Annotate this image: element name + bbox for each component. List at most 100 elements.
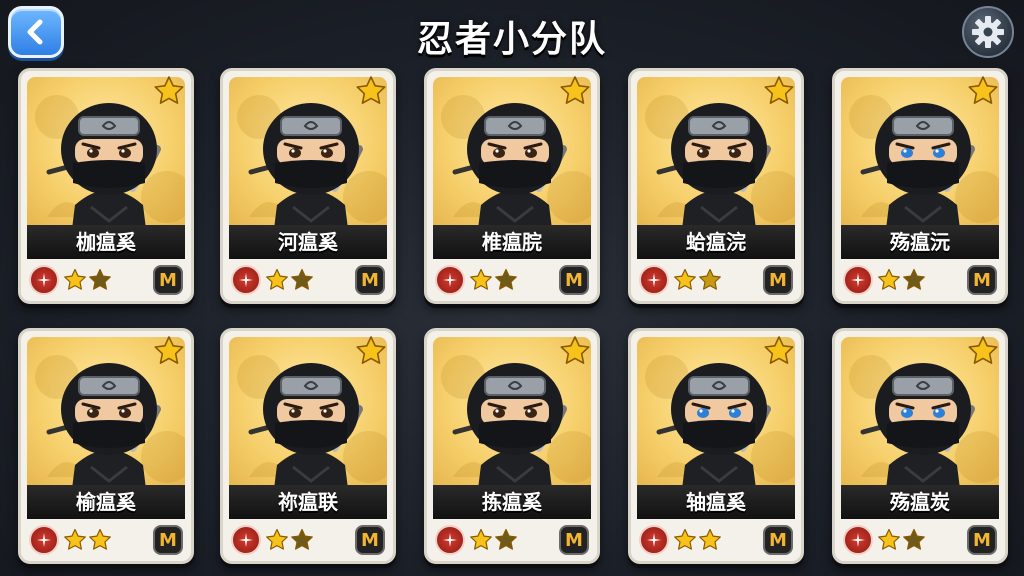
rating-stars (877, 528, 927, 552)
star-icon (560, 76, 590, 104)
star-empty-icon (903, 268, 925, 290)
element-badge (231, 265, 261, 295)
star-empty-icon (89, 268, 111, 290)
star-filled-icon (89, 528, 111, 550)
rank-badge: M (355, 525, 385, 555)
ninja-name: 殇瘟炭 (841, 485, 999, 519)
card-favorite-star[interactable] (355, 75, 387, 107)
star-filled-icon (64, 528, 86, 550)
star-filled-icon (878, 268, 900, 290)
star-filled-icon (674, 268, 696, 290)
ninja-name: 祢瘟联 (229, 485, 387, 519)
rating-stars (673, 528, 723, 552)
ninja-name: 椎瘟脘 (433, 225, 591, 259)
card-stats-row: M (229, 263, 387, 297)
rank-badge: M (763, 525, 793, 555)
rank-badge: M (153, 525, 183, 555)
star-filled-icon (674, 528, 696, 550)
ninja-card[interactable]: 蛤瘟浣 M (628, 68, 804, 304)
weapon-icon (37, 273, 51, 287)
star-empty-icon (495, 268, 517, 290)
star-icon (356, 336, 386, 364)
star-icon (560, 336, 590, 364)
star-filled-icon (266, 268, 288, 290)
ninja-name: 轴瘟奚 (637, 485, 795, 519)
ninja-card-grid: 枷瘟奚 M 河瘟奚 M 椎瘟脘 M 蛤瘟浣 M 殇瘟沅 M 榆瘟奚 M 祢瘟联 … (0, 0, 1024, 576)
weapon-icon (443, 533, 457, 547)
element-badge (435, 525, 465, 555)
rank-badge: M (559, 525, 589, 555)
ninja-card[interactable]: 祢瘟联 M (220, 328, 396, 564)
star-icon (764, 76, 794, 104)
ninja-card[interactable]: 拣瘟奚 M (424, 328, 600, 564)
rating-stars (469, 528, 519, 552)
ninja-name: 河瘟奚 (229, 225, 387, 259)
rating-stars (673, 268, 723, 292)
rank-badge: M (763, 265, 793, 295)
rating-stars (877, 268, 927, 292)
star-empty-icon (699, 268, 721, 290)
star-empty-icon (291, 268, 313, 290)
ninja-card[interactable]: 椎瘟脘 M (424, 68, 600, 304)
card-favorite-star[interactable] (967, 75, 999, 107)
star-filled-icon (470, 268, 492, 290)
element-badge (639, 265, 669, 295)
rank-badge: M (559, 265, 589, 295)
rating-stars (469, 268, 519, 292)
rating-stars (63, 528, 113, 552)
ninja-card[interactable]: 殇瘟沅 M (832, 68, 1008, 304)
element-badge (231, 525, 261, 555)
weapon-icon (239, 273, 253, 287)
ninja-card[interactable]: 河瘟奚 M (220, 68, 396, 304)
weapon-icon (37, 533, 51, 547)
star-icon (968, 336, 998, 364)
card-favorite-star[interactable] (153, 75, 185, 107)
card-stats-row: M (841, 263, 999, 297)
star-empty-icon (291, 528, 313, 550)
element-badge (843, 265, 873, 295)
ninja-name: 枷瘟奚 (27, 225, 185, 259)
star-icon (356, 76, 386, 104)
card-favorite-star[interactable] (967, 335, 999, 367)
card-stats-row: M (433, 523, 591, 557)
star-icon (764, 336, 794, 364)
star-filled-icon (470, 528, 492, 550)
star-filled-icon (699, 528, 721, 550)
star-filled-icon (878, 528, 900, 550)
card-stats-row: M (433, 263, 591, 297)
card-favorite-star[interactable] (355, 335, 387, 367)
rank-badge: M (967, 265, 997, 295)
ninja-card[interactable]: 轴瘟奚 M (628, 328, 804, 564)
ninja-name: 榆瘟奚 (27, 485, 185, 519)
card-favorite-star[interactable] (559, 75, 591, 107)
ninja-card[interactable]: 榆瘟奚 M (18, 328, 194, 564)
card-favorite-star[interactable] (763, 335, 795, 367)
card-stats-row: M (229, 523, 387, 557)
card-stats-row: M (27, 263, 185, 297)
card-stats-row: M (637, 263, 795, 297)
weapon-icon (647, 273, 661, 287)
element-badge (435, 265, 465, 295)
card-favorite-star[interactable] (559, 335, 591, 367)
star-empty-icon (903, 528, 925, 550)
rank-badge: M (355, 265, 385, 295)
card-favorite-star[interactable] (763, 75, 795, 107)
card-stats-row: M (27, 523, 185, 557)
card-favorite-star[interactable] (153, 335, 185, 367)
star-icon (968, 76, 998, 104)
star-filled-icon (266, 528, 288, 550)
weapon-icon (647, 533, 661, 547)
star-icon (154, 336, 184, 364)
ninja-name: 拣瘟奚 (433, 485, 591, 519)
weapon-icon (443, 273, 457, 287)
card-stats-row: M (841, 523, 999, 557)
star-filled-icon (64, 268, 86, 290)
weapon-icon (851, 273, 865, 287)
ninja-card[interactable]: 枷瘟奚 M (18, 68, 194, 304)
ninja-card[interactable]: 殇瘟炭 M (832, 328, 1008, 564)
star-empty-icon (495, 528, 517, 550)
rank-badge: M (967, 525, 997, 555)
element-badge (29, 265, 59, 295)
element-badge (639, 525, 669, 555)
element-badge (29, 525, 59, 555)
